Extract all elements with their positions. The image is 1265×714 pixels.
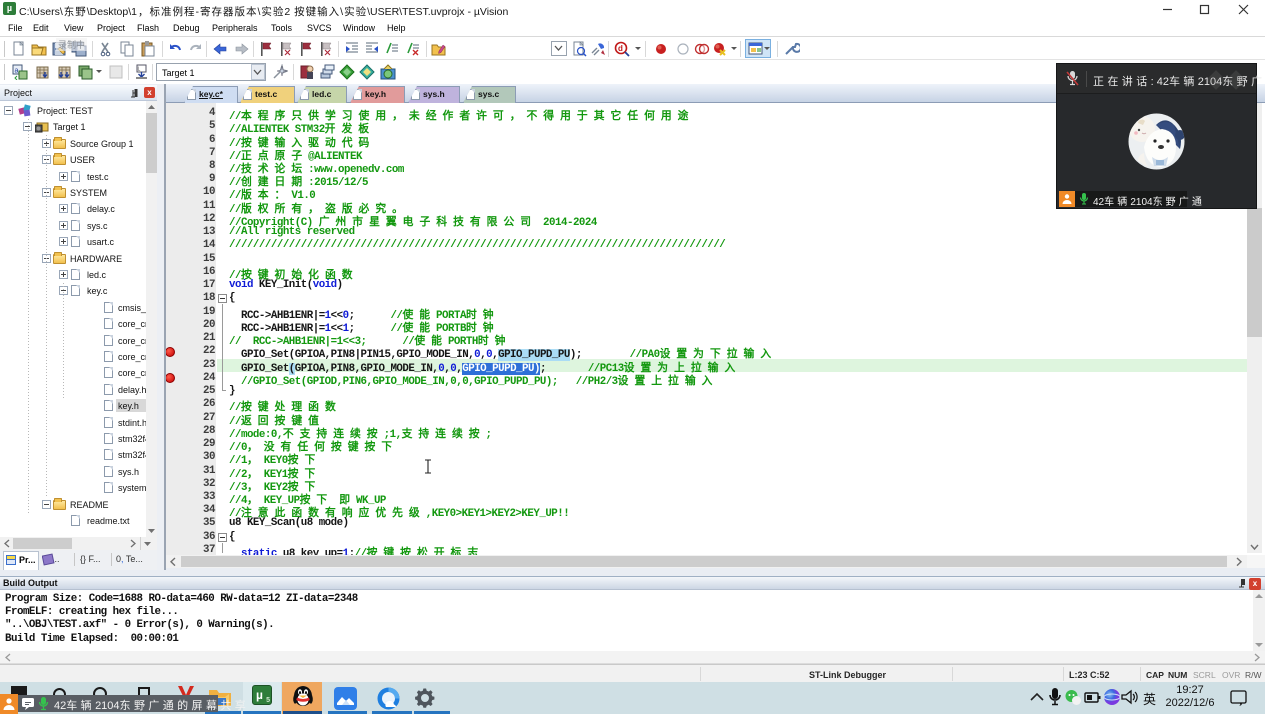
svg-text:a: a bbox=[15, 68, 19, 75]
svg-text:L: L bbox=[138, 67, 141, 73]
svg-text:d: d bbox=[618, 44, 623, 53]
